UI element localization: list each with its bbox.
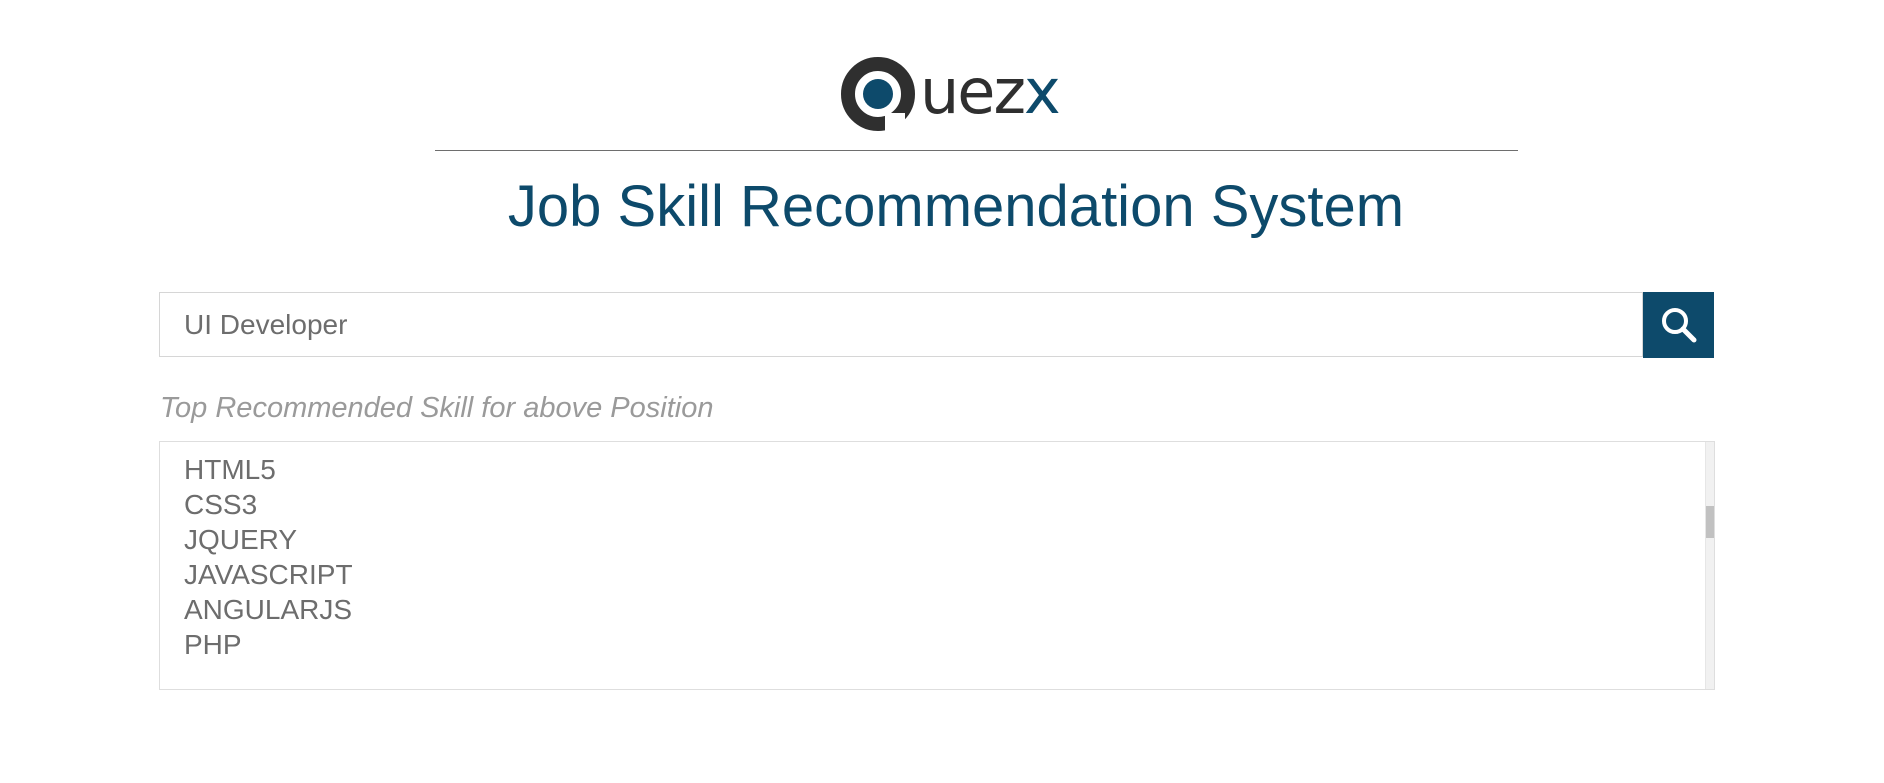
logo-wordmark-ue: ue xyxy=(920,55,995,128)
logo-wordmark: uezx xyxy=(920,52,1061,132)
list-item: HTML5 xyxy=(184,454,276,485)
logo-q-icon xyxy=(841,57,915,133)
search-icon xyxy=(1661,308,1696,343)
search-input[interactable] xyxy=(160,293,1640,356)
list-item: JAVASCRIPT xyxy=(184,559,353,590)
header-divider xyxy=(435,150,1518,151)
quezx-logo: uezx xyxy=(840,55,1080,136)
skills-list-box: HTML5 CSS3 JQUERY JAVASCRIPT ANGULARJS P… xyxy=(159,441,1715,690)
scrollbar-thumb[interactable] xyxy=(1706,506,1714,538)
page-title: Job Skill Recommendation System xyxy=(507,174,1405,239)
scrollbar[interactable] xyxy=(1705,442,1714,689)
search-box xyxy=(159,292,1643,357)
logo-wordmark-z: z xyxy=(993,55,1026,128)
page: uezx Job Skill Recommendation System Top… xyxy=(0,0,1884,783)
list-item: CSS3 xyxy=(184,489,258,520)
list-item: PHP xyxy=(184,629,242,660)
search-button[interactable] xyxy=(1643,292,1714,358)
list-item: ANGULARJS xyxy=(184,594,353,625)
list-item: JQUERY xyxy=(184,524,298,555)
skills-list: HTML5 CSS3 JQUERY JAVASCRIPT ANGULARJS P… xyxy=(184,452,353,662)
logo-wordmark-x: x xyxy=(1024,55,1061,128)
results-label: Top Recommended Skill for above Position xyxy=(160,392,714,424)
